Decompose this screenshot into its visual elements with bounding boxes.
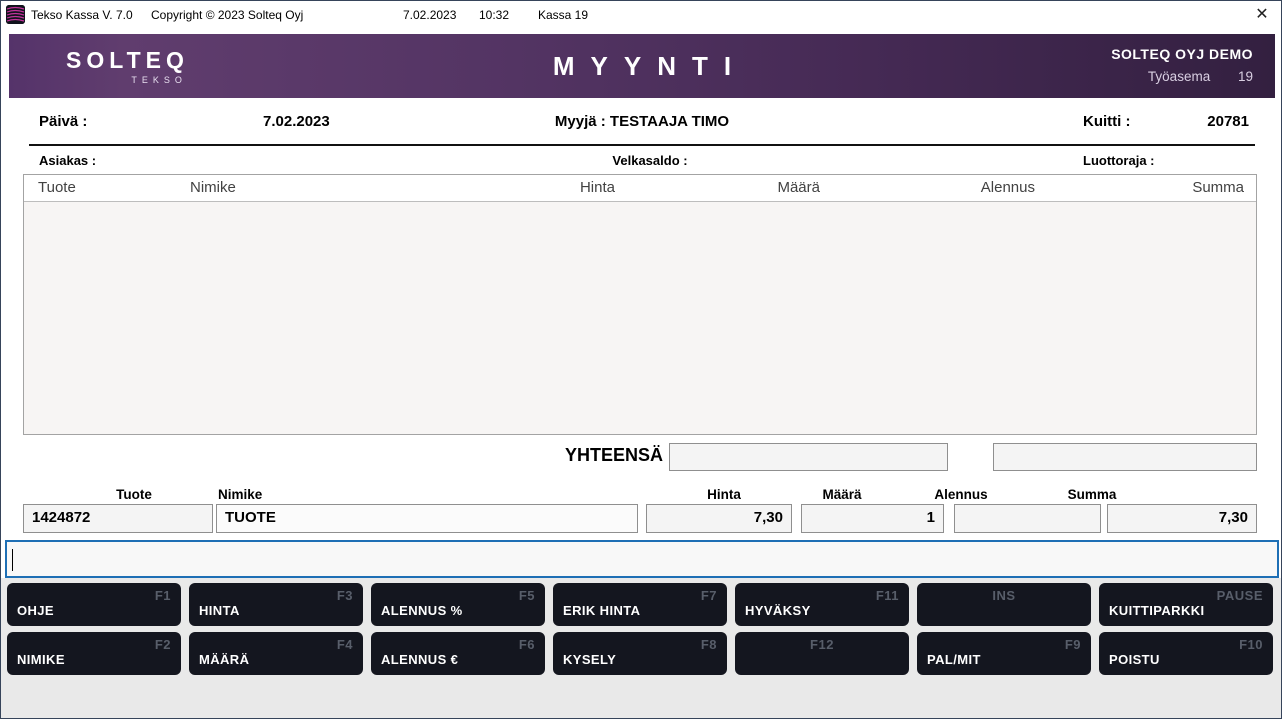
receipt-number: 20781 [1207,113,1249,130]
col-header-name: Nimike [190,179,236,196]
hinta-button[interactable]: F3 HINTA [189,583,363,626]
hyvaksy-button[interactable]: F11 HYVÄKSY [735,583,909,626]
discount-field[interactable] [954,504,1101,533]
page-title: MYYNTI [9,51,1275,82]
col-header-product: Tuote [38,179,76,196]
receipt-items-table: Tuote Nimike Hinta Määrä Alennus Summa [23,174,1257,435]
col-header-qty: Määrä [777,179,820,196]
credit-label: Luottoraja : [1083,153,1155,168]
date-value: 7.02.2023 [263,113,330,130]
company-name: SOLTEQ OYJ DEMO [1111,46,1253,62]
entry-qty-label: Määrä [822,487,861,502]
alennus-prosentti-button[interactable]: F5 ALENNUS % [371,583,545,626]
window-title: Tekso Kassa V. 7.0 [31,8,133,22]
ins-button[interactable]: INS [917,583,1091,626]
app-window: Tekso Kassa V. 7.0 Copyright © 2023 Solt… [0,0,1282,719]
col-header-sum: Summa [1192,179,1244,196]
col-header-price: Hinta [580,179,615,196]
titlebar-time: 10:32 [479,8,509,22]
titlebar-register: Kassa 19 [538,8,588,22]
product-name-field[interactable]: TUOTE [216,504,638,533]
maara-button[interactable]: F4 MÄÄRÄ [189,632,363,675]
kysely-button[interactable]: F8 KYSELY [553,632,727,675]
workstation-info: Työasema 19 [1111,69,1253,84]
debt-label: Velkasaldo : [612,153,687,168]
seller-info: Myyjä : TESTAAJA TIMO [555,113,729,130]
divider-line [29,144,1255,146]
col-header-discount: Alennus [981,179,1035,196]
seller-name: TESTAAJA TIMO [610,113,729,130]
price-field[interactable]: 7,30 [646,504,792,533]
entry-sum-label: Summa [1068,487,1117,502]
kuittiparkki-button[interactable]: PAUSE KUITTIPARKKI [1099,583,1273,626]
alennus-euro-button[interactable]: F6 ALENNUS € [371,632,545,675]
erik-hinta-button[interactable]: F7 ERIK HINTA [553,583,727,626]
total-secondary-field [993,443,1257,471]
title-bar: Tekso Kassa V. 7.0 Copyright © 2023 Solt… [1,1,1281,29]
f12-button[interactable]: F12 [735,632,909,675]
entry-name-label: Nimike [218,487,262,502]
app-header: SOLTEQ TEKSO MYYNTI SOLTEQ OYJ DEMO Työa… [9,34,1275,98]
nimike-button[interactable]: F2 NIMIKE [7,632,181,675]
pal-mit-button[interactable]: F9 PAL/MIT [917,632,1091,675]
line-sum-field[interactable]: 7,30 [1107,504,1257,533]
table-header-row: Tuote Nimike Hinta Määrä Alennus Summa [24,175,1256,202]
copyright-text: Copyright © 2023 Solteq Oyj [151,8,303,22]
date-label: Päivä : [39,113,87,130]
poistu-button[interactable]: F10 POISTU [1099,632,1273,675]
solteq-app-icon [6,5,25,24]
function-key-zone: F1 OHJE F3 HINTA F5 ALENNUS % F7 ERIK HI… [1,578,1282,719]
ohje-button[interactable]: F1 OHJE [7,583,181,626]
entry-discount-label: Alennus [934,487,987,502]
workstation-label: Työasema [1148,69,1210,84]
receipt-label: Kuitti : [1083,113,1130,130]
entry-price-label: Hinta [707,487,741,502]
titlebar-date: 7.02.2023 [403,8,456,22]
text-caret [12,549,13,571]
total-label: YHTEENSÄ [565,445,663,466]
entry-product-label: Tuote [116,487,152,502]
customer-label: Asiakas : [39,153,96,168]
workstation-number: 19 [1238,69,1253,84]
product-code-field[interactable]: 1424872 [23,504,213,533]
close-icon[interactable]: ✕ [1251,4,1273,26]
command-input[interactable] [5,540,1279,578]
total-amount-field [669,443,948,471]
quantity-field[interactable]: 1 [801,504,944,533]
